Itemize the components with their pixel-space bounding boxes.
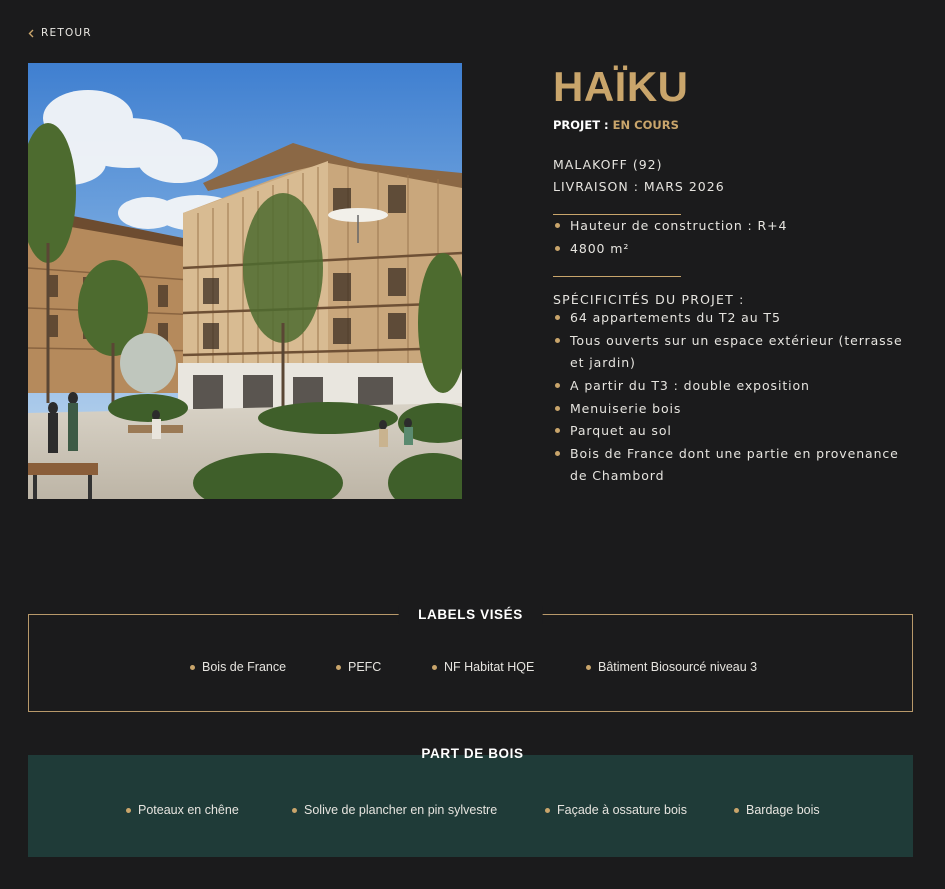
wood-text: Solive de plancher en pin sylvestre bbox=[304, 803, 498, 817]
label-tag: PEFC bbox=[336, 660, 381, 674]
status-label: PROJET : bbox=[553, 118, 609, 132]
project-status: PROJET : EN COURS bbox=[553, 118, 918, 132]
bullet-dot bbox=[734, 807, 739, 813]
divider bbox=[553, 276, 681, 278]
list-item: A partir du T3 : double exposition bbox=[553, 375, 918, 398]
bullet-dot bbox=[126, 807, 131, 813]
bullet-dot bbox=[545, 807, 550, 813]
bullet-dot bbox=[336, 664, 341, 670]
label-text: Bois de France bbox=[202, 660, 287, 674]
chevron-left-icon bbox=[28, 29, 34, 37]
wood-tag: Solive de plancher en pin sylvestre bbox=[292, 803, 497, 817]
bullet-dot bbox=[586, 664, 591, 670]
label-tag: Bois de France bbox=[190, 660, 286, 674]
wood-tag: Bardage bois bbox=[734, 803, 820, 817]
list-item: Parquet au sol bbox=[553, 420, 918, 443]
label-tag: Bâtiment Biosourcé niveau 3 bbox=[586, 660, 757, 674]
specs-list: 64 appartements du T2 au T5 Tous ouverts… bbox=[553, 307, 918, 488]
back-label: RETOUR bbox=[41, 27, 92, 39]
back-link[interactable]: RETOUR bbox=[28, 27, 92, 39]
list-item: 64 appartements du T2 au T5 bbox=[553, 307, 918, 330]
project-title: HAÏKU bbox=[553, 63, 689, 110]
wood-title: PART DE BOIS bbox=[421, 746, 524, 761]
bullet-dot bbox=[432, 664, 437, 670]
wood-text: Façade à ossature bois bbox=[557, 803, 687, 817]
label-text: PEFC bbox=[348, 660, 382, 674]
list-item: Bois de France dont une partie en proven… bbox=[553, 443, 918, 488]
specs-heading: SPÉCIFICITÉS DU PROJET : bbox=[553, 292, 745, 308]
wood-tag: Poteaux en chêne bbox=[126, 803, 239, 817]
list-item: 4800 m² bbox=[553, 238, 918, 261]
project-location: MALAKOFF (92) bbox=[553, 157, 663, 172]
wood-text: Poteaux en chêne bbox=[138, 803, 239, 817]
wood-text: Bardage bois bbox=[746, 803, 820, 817]
project-meta: MALAKOFF (92) LIVRAISON : MARS 2026 bbox=[553, 154, 918, 198]
project-delivery: LIVRAISON : MARS 2026 bbox=[553, 179, 725, 194]
highlights-list: Hauteur de construction : R+4 4800 m² bbox=[553, 215, 918, 260]
label-text: Bâtiment Biosourcé niveau 3 bbox=[598, 660, 758, 674]
label-tag: NF Habitat HQE bbox=[432, 660, 534, 674]
labels-section: LABELS VISÉS Bois de France PEFC NF Habi… bbox=[28, 606, 913, 712]
list-item: Hauteur de construction : R+4 bbox=[553, 215, 918, 238]
project-image bbox=[28, 63, 462, 499]
status-value: EN COURS bbox=[612, 118, 679, 132]
wood-section: Poteaux en chêne Solive de plancher en p… bbox=[28, 755, 913, 857]
bullet-dot bbox=[292, 807, 297, 813]
bullet-dot bbox=[190, 664, 195, 670]
labels-title: LABELS VISÉS bbox=[398, 606, 543, 624]
list-item: Tous ouverts sur un espace extérieur (te… bbox=[553, 330, 918, 375]
project-info: HAÏKU PROJET : EN COURS MALAKOFF (92) LI… bbox=[553, 64, 918, 488]
wood-tag: Façade à ossature bois bbox=[545, 803, 687, 817]
list-item: Menuiserie bois bbox=[553, 398, 918, 421]
label-text: NF Habitat HQE bbox=[444, 660, 535, 674]
